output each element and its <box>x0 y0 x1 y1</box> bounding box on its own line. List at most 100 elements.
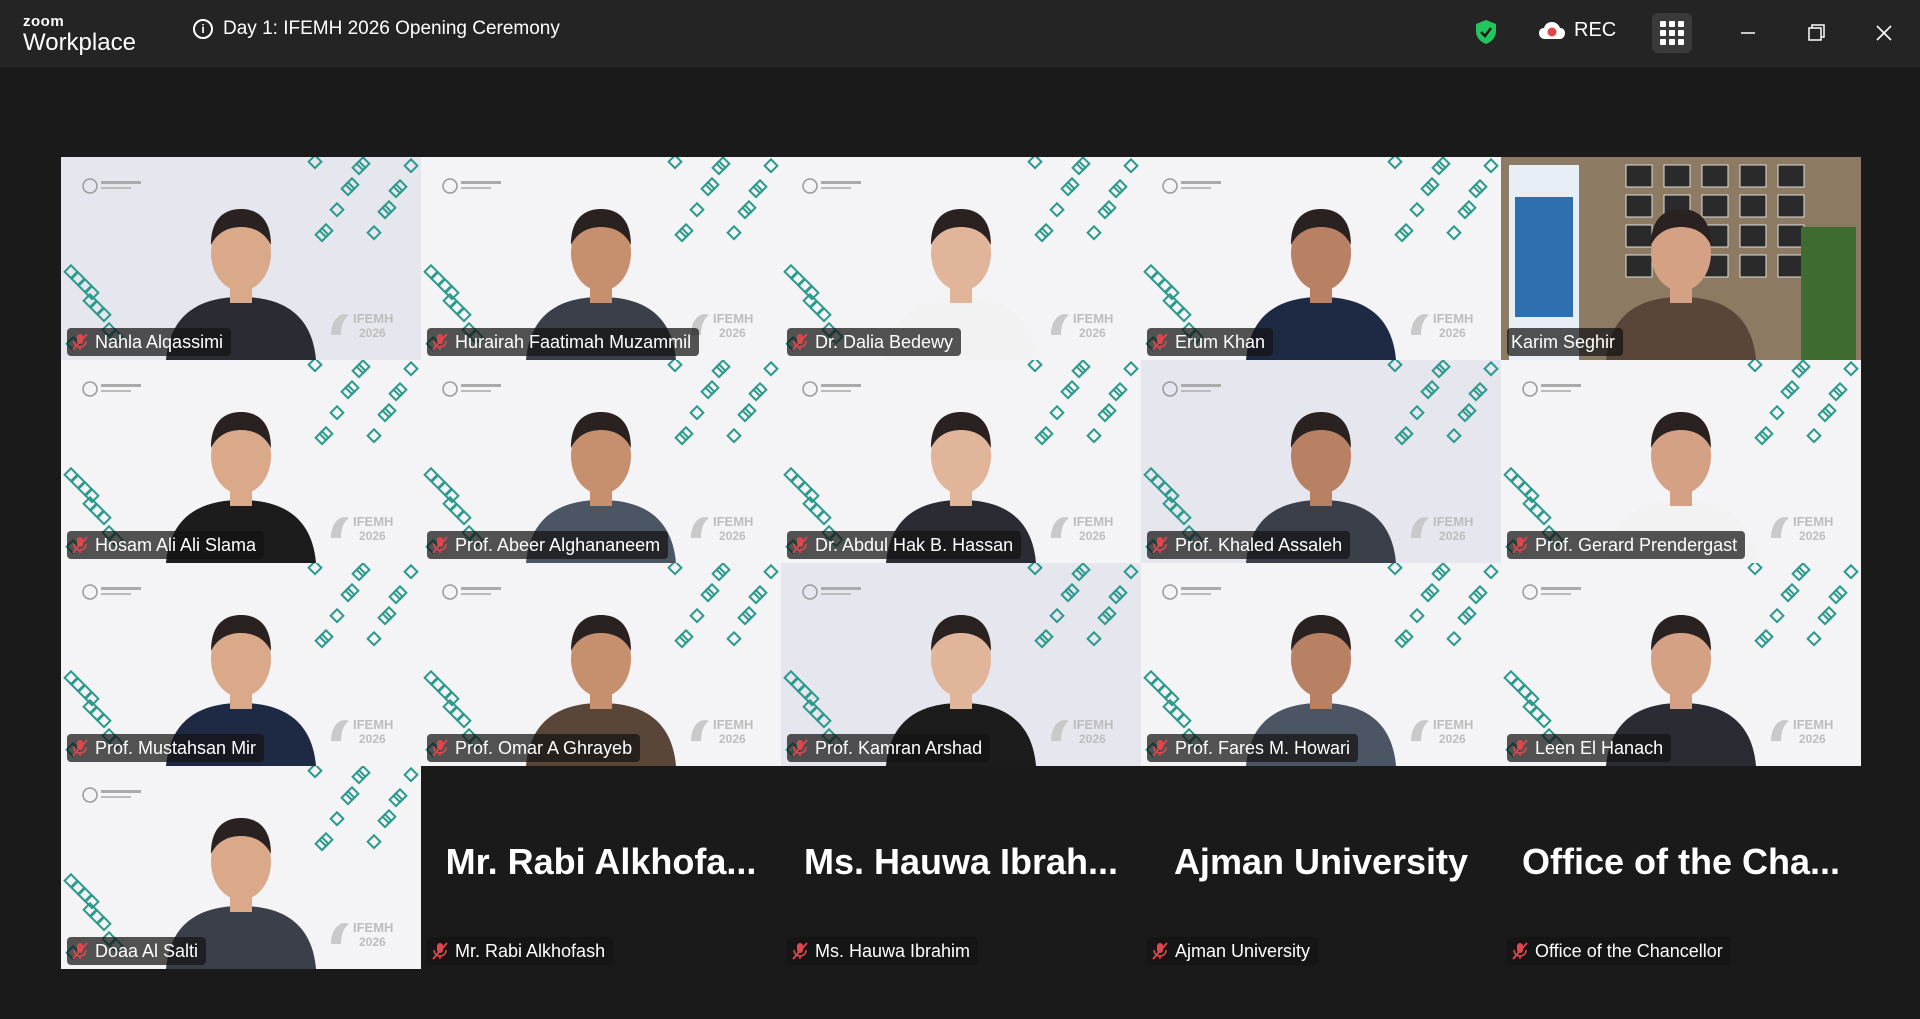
mic-muted-icon <box>1152 333 1168 351</box>
participant-nameplate: Dr. Abdul Hak B. Hassan <box>787 531 1022 559</box>
svg-text:IFEMH: IFEMH <box>713 514 753 529</box>
participant-tile[interactable]: IFEMH 2026 Hosam Ali Ali Slama <box>61 360 421 563</box>
gallery-view: IFEMH 2026 Nahla Alqassimi IFEMH 2026 Hu… <box>61 157 1861 969</box>
participant-tile[interactable]: IFEMH 2026 Dr. Dalia Bedewy <box>781 157 1141 360</box>
ifemh-logo: IFEMH 2026 <box>691 514 753 543</box>
university-logo <box>1162 178 1221 194</box>
mic-muted-icon <box>432 739 448 757</box>
participant-nameplate: Dr. Dalia Bedewy <box>787 328 962 356</box>
participant-tile[interactable]: Ms. Hauwa Ibrah... Ms. Hauwa Ibrahim <box>781 766 1141 969</box>
mic-muted-icon <box>792 942 808 960</box>
mic-muted-icon <box>1152 536 1168 554</box>
participant-tile[interactable]: IFEMH 2026 Prof. Kamran Arshad <box>781 563 1141 766</box>
participant-name: Prof. Khaled Assaleh <box>1175 534 1343 555</box>
svg-text:2026: 2026 <box>1439 529 1466 543</box>
participant-tile[interactable]: IFEMH 2026 Prof. Omar A Ghrayeb <box>421 563 781 766</box>
logo-brand-bottom: Workplace <box>23 29 136 56</box>
shield-icon[interactable] <box>1474 19 1498 45</box>
participant-name: Doaa Al Salti <box>95 940 199 961</box>
university-logo <box>82 787 141 803</box>
university-logo <box>82 381 141 397</box>
participant-tile[interactable]: IFEMH 2026 Nahla Alqassimi <box>61 157 421 360</box>
svg-text:2026: 2026 <box>1079 529 1106 543</box>
participant-name: Prof. Kamran Arshad <box>815 737 983 758</box>
university-logo <box>802 178 861 194</box>
restore-icon[interactable] <box>1801 18 1831 48</box>
participant-nameplate: Hurairah Faatimah Muzammil <box>427 328 700 356</box>
participant-tile[interactable]: Ajman University Ajman University <box>1141 766 1501 969</box>
svg-text:IFEMH: IFEMH <box>353 717 393 732</box>
info-icon[interactable]: i <box>193 19 213 39</box>
mic-muted-icon <box>432 536 448 554</box>
ifemh-logo: IFEMH 2026 <box>1051 717 1113 746</box>
university-logo <box>1162 381 1221 397</box>
participant-nameplate: Office of the Chancellor <box>1507 937 1731 965</box>
participant-tile[interactable]: IFEMH 2026 Erum Khan <box>1141 157 1501 360</box>
participant-tile[interactable]: Office of the Cha... Office of the Chanc… <box>1501 766 1861 969</box>
mic-muted-icon <box>72 942 88 960</box>
mic-muted-icon <box>792 536 808 554</box>
mic-muted-icon <box>432 333 448 351</box>
participant-display-name: Ajman University <box>1173 841 1469 882</box>
participant-nameplate: Prof. Gerard Prendergast <box>1507 531 1746 559</box>
svg-text:2026: 2026 <box>359 732 386 746</box>
svg-text:2026: 2026 <box>1439 732 1466 746</box>
ifemh-logo: IFEMH 2026 <box>331 920 393 949</box>
ifemh-logo: IFEMH 2026 <box>1411 514 1473 543</box>
participant-name: Mr. Rabi Alkhofash <box>455 940 606 961</box>
mic-muted-icon <box>432 942 448 960</box>
participant-tile[interactable]: Mr. Rabi Alkhofa... Mr. Rabi Alkhofash <box>421 766 781 969</box>
participant-name: Prof. Fares M. Howari <box>1175 737 1351 758</box>
mic-muted-icon <box>1512 942 1528 960</box>
participant-tile[interactable]: IFEMH 2026 Prof. Khaled Assaleh <box>1141 360 1501 563</box>
participant-name: Nahla Alqassimi <box>95 331 224 352</box>
participant-nameplate: Erum Khan <box>1147 328 1274 356</box>
svg-text:2026: 2026 <box>1799 529 1826 543</box>
meeting-info[interactable]: i Day 1: IFEMH 2026 Opening Ceremony <box>193 18 560 40</box>
minimize-icon[interactable] <box>1733 18 1763 48</box>
cloud-record-icon <box>1539 21 1565 39</box>
record-button[interactable]: REC <box>1538 19 1616 42</box>
participant-name: Prof. Mustahsan Mir <box>95 737 257 758</box>
participant-tile[interactable]: IFEMH 2026 Prof. Abeer Alghananeem <box>421 360 781 563</box>
participant-tile[interactable]: IFEMH 2026 Doaa Al Salti <box>61 766 421 969</box>
participant-tile[interactable]: IFEMH 2026 Hurairah Faatimah Muzammil <box>421 157 781 360</box>
apps-grid-button[interactable] <box>1652 13 1692 53</box>
participant-name: Leen El Hanach <box>1535 737 1664 758</box>
university-logo <box>442 178 501 194</box>
close-icon[interactable] <box>1869 18 1899 48</box>
participant-name: Dr. Dalia Bedewy <box>815 331 954 352</box>
participant-tile[interactable]: Karim Seghir <box>1501 157 1861 360</box>
participant-display-name: Mr. Rabi Alkhofa... <box>445 841 757 882</box>
svg-text:IFEMH: IFEMH <box>713 311 753 326</box>
mic-muted-icon <box>792 739 808 757</box>
participant-nameplate: Prof. Abeer Alghananeem <box>427 531 669 559</box>
ifemh-logo: IFEMH 2026 <box>1411 311 1473 340</box>
rec-label: REC <box>1574 19 1617 41</box>
participant-nameplate: Prof. Khaled Assaleh <box>1147 531 1351 559</box>
participant-nameplate: Prof. Mustahsan Mir <box>67 734 265 762</box>
university-logo <box>442 584 501 600</box>
participant-nameplate: Prof. Fares M. Howari <box>1147 734 1359 762</box>
university-logo <box>802 381 861 397</box>
participant-tile[interactable]: IFEMH 2026 Dr. Abdul Hak B. Hassan <box>781 360 1141 563</box>
university-logo <box>1522 381 1581 397</box>
participant-tile[interactable]: IFEMH 2026 Leen El Hanach <box>1501 563 1861 766</box>
svg-text:IFEMH: IFEMH <box>1433 717 1473 732</box>
mic-muted-icon <box>72 333 88 351</box>
svg-text:IFEMH: IFEMH <box>1073 717 1113 732</box>
svg-text:IFEMH: IFEMH <box>1073 311 1113 326</box>
mic-muted-icon <box>1152 942 1168 960</box>
mic-muted-icon <box>1512 739 1528 757</box>
svg-text:2026: 2026 <box>719 529 746 543</box>
title-bar: zoom Workplace i Day 1: IFEMH 2026 Openi… <box>0 0 1920 67</box>
participant-nameplate: Nahla Alqassimi <box>67 328 232 356</box>
participant-name: Prof. Gerard Prendergast <box>1535 534 1738 555</box>
svg-text:IFEMH: IFEMH <box>353 311 393 326</box>
participant-tile[interactable]: IFEMH 2026 Prof. Gerard Prendergast <box>1501 360 1861 563</box>
svg-text:IFEMH: IFEMH <box>1433 311 1473 326</box>
svg-text:IFEMH: IFEMH <box>1793 717 1833 732</box>
participant-tile[interactable]: IFEMH 2026 Prof. Mustahsan Mir <box>61 563 421 766</box>
participant-tile[interactable]: IFEMH 2026 Prof. Fares M. Howari <box>1141 563 1501 766</box>
university-logo <box>82 178 141 194</box>
